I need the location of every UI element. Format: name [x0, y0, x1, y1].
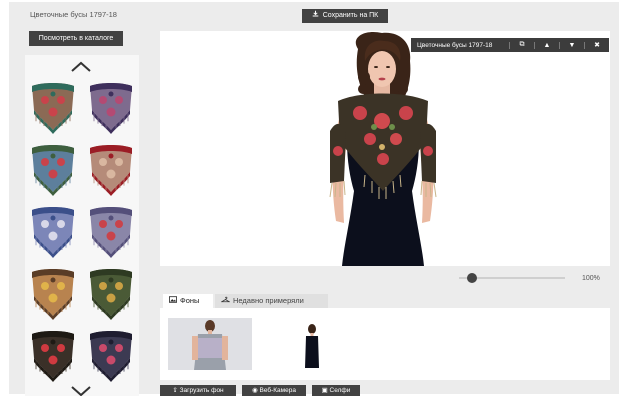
scarf-thumbnail[interactable] [86, 80, 136, 136]
upload-background-button[interactable]: ⇪ Загрузить фон [160, 385, 236, 396]
try-on-canvas[interactable] [160, 31, 610, 266]
move-up-icon[interactable]: ▲ [535, 42, 559, 49]
scarf-list [25, 55, 139, 396]
scarf-thumbnail[interactable] [86, 266, 136, 322]
product-title: Цветочные бусы 1797-18 [30, 10, 117, 19]
backgrounds-panel [160, 308, 610, 380]
item-toolbar: Цветочные бусы 1797-18 ⧉ ▲ ▼ ✖ [411, 38, 609, 52]
move-down-icon[interactable]: ▼ [560, 42, 584, 49]
scarf-thumbnail[interactable] [28, 80, 78, 136]
scarf-thumbnail[interactable] [86, 204, 136, 260]
copy-icon[interactable]: ⧉ [510, 41, 534, 49]
webcam-label: Веб-Камера [259, 387, 296, 394]
hanger-icon [220, 295, 231, 309]
scarf-thumbnail[interactable] [28, 266, 78, 322]
scroll-up-arrow-icon[interactable] [70, 61, 92, 73]
zoom-slider-handle[interactable] [466, 273, 477, 283]
scarf-thumbnail[interactable] [28, 328, 78, 384]
download-icon [312, 9, 320, 23]
selfie-button[interactable]: ▣ Селфи [312, 385, 360, 396]
scarf-thumbnail[interactable] [28, 142, 78, 198]
close-icon[interactable]: ✖ [585, 41, 609, 49]
tab-recently-tried[interactable]: Недавно примеряли [215, 294, 328, 308]
selfie-label: Селфи [329, 387, 351, 394]
scarf-thumbnail[interactable] [86, 142, 136, 198]
tab-recently-tried-label: Недавно примеряли [233, 296, 304, 305]
zoom-value: 100% [582, 275, 600, 282]
save-to-pc-button[interactable]: Сохранить на ПК [302, 9, 388, 23]
webcam-icon: ◉ [252, 387, 260, 394]
toolbar-item-name: Цветочные бусы 1797-18 [417, 41, 493, 49]
webcam-button[interactable]: ◉ Веб-Камера [242, 385, 306, 396]
tab-backgrounds-label: Фоны [180, 296, 200, 305]
tab-backgrounds[interactable]: Фоны [163, 294, 213, 308]
scarf-thumbnail[interactable] [28, 204, 78, 260]
scarf-thumbnail[interactable] [86, 328, 136, 384]
upload-background-label: Загрузить фон [179, 387, 224, 394]
save-to-pc-label: Сохранить на ПК [322, 12, 379, 19]
tab-bar: Фоны Недавно примеряли [163, 294, 328, 308]
left-panel: Цветочные бусы 1797-18 Посмотреть в ката… [24, 6, 142, 396]
scroll-down-arrow-icon[interactable] [70, 385, 92, 396]
background-thumbnail[interactable] [168, 318, 252, 370]
background-thumbnail[interactable] [302, 324, 322, 368]
view-in-catalog-button[interactable]: Посмотреть в каталоге [29, 31, 123, 46]
model-with-scarf-image [329, 31, 437, 266]
camera-icon: ▣ [321, 387, 330, 394]
upload-icon: ⇪ [172, 387, 180, 394]
image-icon [169, 295, 177, 309]
zoom-slider[interactable] [459, 273, 565, 283]
